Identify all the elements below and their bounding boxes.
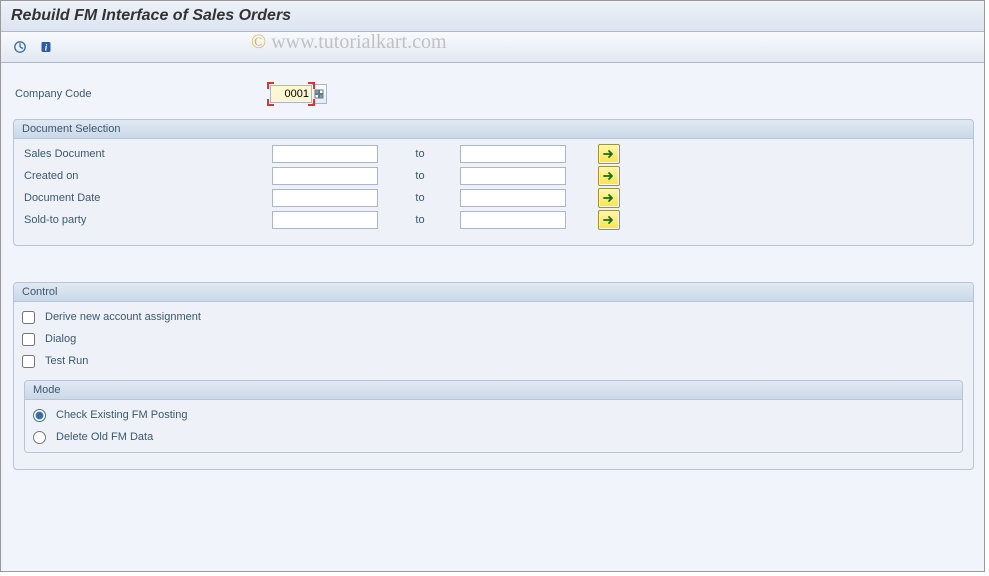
derive-checkbox-row[interactable]: Derive new account assignment	[22, 306, 965, 328]
arrow-right-icon	[603, 149, 615, 159]
company-code-label: Company Code	[13, 88, 270, 100]
page-title: Rebuild FM Interface of Sales Orders	[1, 1, 984, 32]
mode-check-radio[interactable]	[33, 409, 46, 422]
sold-to-party-to-input[interactable]	[460, 211, 566, 229]
mode-check-label: Check Existing FM Posting	[56, 409, 187, 421]
created-on-from-input[interactable]	[272, 167, 378, 185]
mode-delete-radio[interactable]	[33, 431, 46, 444]
created-on-to-input[interactable]	[460, 167, 566, 185]
document-date-to-input[interactable]	[460, 189, 566, 207]
company-code-input[interactable]	[270, 85, 312, 103]
dialog-checkbox-row[interactable]: Dialog	[22, 328, 965, 350]
dialog-label: Dialog	[45, 333, 76, 345]
document-date-multi-button[interactable]	[598, 188, 620, 208]
sales-document-from-input[interactable]	[272, 145, 378, 163]
sold-to-party-multi-button[interactable]	[598, 210, 620, 230]
mode-group: Mode Check Existing FM Posting Delete Ol…	[24, 380, 963, 453]
arrow-right-icon	[603, 193, 615, 203]
control-title: Control	[14, 283, 973, 302]
testrun-label: Test Run	[45, 355, 88, 367]
dialog-checkbox[interactable]	[22, 333, 35, 346]
arrow-right-icon	[603, 215, 615, 225]
control-group: Control Derive new account assignment Di…	[13, 282, 974, 470]
mode-delete-label: Delete Old FM Data	[56, 431, 153, 443]
sales-document-multi-button[interactable]	[598, 144, 620, 164]
mode-title: Mode	[25, 381, 962, 400]
created-on-label: Created on	[22, 170, 279, 182]
mode-check-row[interactable]: Check Existing FM Posting	[33, 404, 954, 426]
document-selection-group: Document Selection Sales Document to Cre…	[13, 119, 974, 246]
document-date-label: Document Date	[22, 192, 279, 204]
testrun-checkbox-row[interactable]: Test Run	[22, 350, 965, 372]
sold-to-party-label: Sold-to party	[22, 214, 279, 226]
mode-delete-row[interactable]: Delete Old FM Data	[33, 426, 954, 448]
execute-button[interactable]	[9, 36, 31, 58]
arrow-right-icon	[603, 171, 615, 181]
testrun-checkbox[interactable]	[22, 355, 35, 368]
sales-document-label: Sales Document	[22, 148, 279, 160]
to-label: to	[380, 170, 460, 182]
company-code-f4-button[interactable]	[312, 84, 327, 104]
to-label: to	[380, 214, 460, 226]
to-label: to	[380, 192, 460, 204]
to-label: to	[380, 148, 460, 160]
document-date-from-input[interactable]	[272, 189, 378, 207]
sales-document-to-input[interactable]	[460, 145, 566, 163]
derive-label: Derive new account assignment	[45, 311, 201, 323]
derive-checkbox[interactable]	[22, 311, 35, 324]
sold-to-party-from-input[interactable]	[272, 211, 378, 229]
created-on-multi-button[interactable]	[598, 166, 620, 186]
document-selection-title: Document Selection	[14, 120, 973, 139]
info-button[interactable]: i	[35, 36, 57, 58]
toolbar: i	[1, 32, 984, 63]
